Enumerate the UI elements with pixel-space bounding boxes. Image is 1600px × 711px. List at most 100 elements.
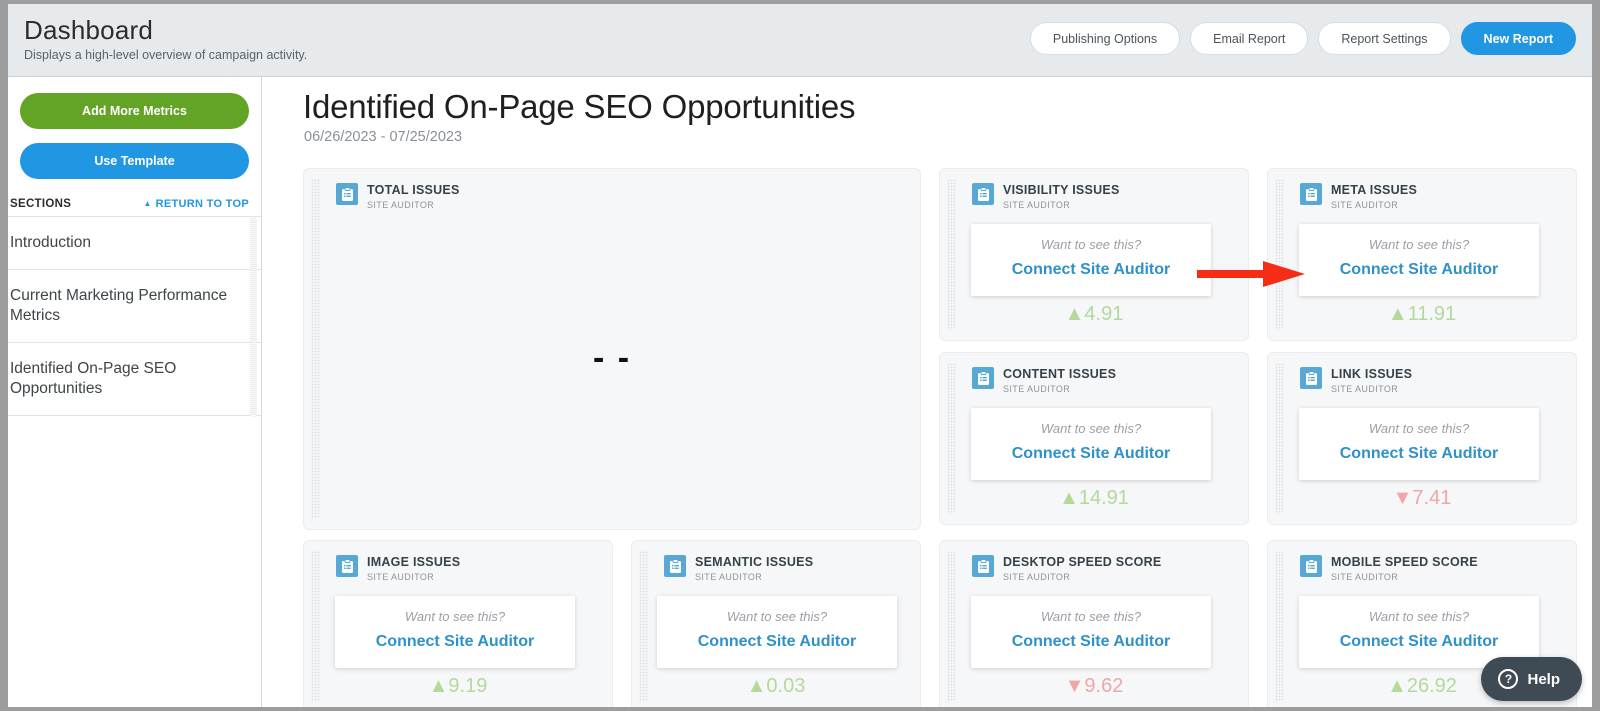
connect-site-auditor-link[interactable]: Connect Site Auditor bbox=[981, 443, 1201, 465]
connect-site-auditor-overlay: Want to see this? Connect Site Auditor bbox=[335, 596, 575, 668]
connect-prompt: Want to see this? bbox=[981, 237, 1201, 253]
page-date-range: 06/26/2023 - 07/25/2023 bbox=[304, 129, 462, 145]
connect-site-auditor-overlay: Want to see this? Connect Site Auditor bbox=[971, 596, 1211, 668]
card-title: SEMANTIC ISSUES bbox=[695, 555, 813, 569]
publishing-options-button[interactable]: Publishing Options bbox=[1030, 22, 1180, 55]
metric-card-link-issues[interactable]: LINK ISSUES SITE AUDITOR ▼7.41 Want to s… bbox=[1267, 352, 1577, 525]
triangle-down-icon: ▼ bbox=[1393, 487, 1413, 509]
connect-site-auditor-overlay: Want to see this? Connect Site Auditor bbox=[971, 408, 1211, 480]
delta-value: ▲4.91 bbox=[940, 303, 1248, 325]
return-to-top-label: RETURN TO TOP bbox=[156, 198, 249, 210]
connect-prompt: Want to see this? bbox=[1309, 237, 1529, 253]
card-header: SEMANTIC ISSUES SITE AUDITOR bbox=[664, 555, 813, 582]
clipboard-icon bbox=[1300, 555, 1322, 577]
connect-site-auditor-link[interactable]: Connect Site Auditor bbox=[1309, 631, 1529, 653]
connect-prompt: Want to see this? bbox=[1309, 421, 1529, 437]
triangle-up-icon: ▲ bbox=[747, 675, 767, 697]
add-more-metrics-button[interactable]: Add More Metrics bbox=[20, 93, 249, 129]
card-source: SITE AUDITOR bbox=[1003, 572, 1162, 582]
metric-card-visibility-issues[interactable]: VISIBILITY ISSUES SITE AUDITOR ▲4.91 Wan… bbox=[939, 168, 1249, 341]
connect-site-auditor-link[interactable]: Connect Site Auditor bbox=[981, 631, 1201, 653]
delta-number: 7.41 bbox=[1412, 487, 1451, 509]
main-content: Identified On-Page SEO Opportunities 06/… bbox=[262, 77, 1592, 707]
card-source: SITE AUDITOR bbox=[1003, 200, 1120, 210]
card-source: SITE AUDITOR bbox=[1331, 572, 1478, 582]
connect-prompt: Want to see this? bbox=[1309, 609, 1529, 625]
sections-header: SECTIONS ▲ RETURN TO TOP bbox=[8, 198, 261, 216]
connect-prompt: Want to see this? bbox=[981, 609, 1201, 625]
question-circle-icon: ? bbox=[1498, 669, 1518, 689]
card-title-block: CONTENT ISSUES SITE AUDITOR bbox=[1003, 367, 1116, 394]
delta-value: ▲9.19 bbox=[304, 675, 612, 697]
connect-site-auditor-link[interactable]: Connect Site Auditor bbox=[1309, 259, 1529, 281]
return-to-top-link[interactable]: ▲ RETURN TO TOP bbox=[143, 198, 249, 210]
clipboard-icon bbox=[1300, 367, 1322, 389]
delta-number: 11.91 bbox=[1408, 303, 1457, 325]
connect-site-auditor-link[interactable]: Connect Site Auditor bbox=[345, 631, 565, 653]
app-subtitle: Displays a high-level overview of campai… bbox=[24, 47, 307, 63]
sidebar-scrollbar[interactable] bbox=[250, 217, 257, 417]
card-header: VISIBILITY ISSUES SITE AUDITOR bbox=[972, 183, 1120, 210]
connect-site-auditor-link[interactable]: Connect Site Auditor bbox=[981, 259, 1201, 281]
sidebar-item-current-marketing-performance-metrics[interactable]: Current Marketing Performance Metrics bbox=[8, 270, 261, 343]
card-title-block: SEMANTIC ISSUES SITE AUDITOR bbox=[695, 555, 813, 582]
sidebar-item-identified-on-page-seo-opportunities[interactable]: Identified On-Page SEO Opportunities bbox=[8, 343, 261, 416]
metric-card-total-issues[interactable]: TOTAL ISSUES SITE AUDITOR - - bbox=[303, 168, 921, 530]
card-header: DESKTOP SPEED SCORE SITE AUDITOR bbox=[972, 555, 1162, 582]
card-source: SITE AUDITOR bbox=[1003, 384, 1116, 394]
connect-prompt: Want to see this? bbox=[345, 609, 565, 625]
metric-card-image-issues[interactable]: IMAGE ISSUES SITE AUDITOR ▲9.19 Want to … bbox=[303, 540, 613, 707]
card-source: SITE AUDITOR bbox=[1331, 384, 1412, 394]
triangle-up-icon: ▲ bbox=[1059, 487, 1079, 509]
clipboard-icon bbox=[972, 555, 994, 577]
help-widget-label: Help bbox=[1527, 671, 1560, 688]
triangle-up-icon: ▲ bbox=[1387, 675, 1407, 697]
metric-card-meta-issues[interactable]: META ISSUES SITE AUDITOR ▲11.91 Want to … bbox=[1267, 168, 1577, 341]
clipboard-icon bbox=[1300, 183, 1322, 205]
use-template-button[interactable]: Use Template bbox=[20, 143, 249, 179]
delta-number: 26.92 bbox=[1407, 675, 1457, 697]
delta-value: ▲14.91 bbox=[940, 487, 1248, 509]
connect-site-auditor-overlay: Want to see this? Connect Site Auditor bbox=[657, 596, 897, 668]
connect-prompt: Want to see this? bbox=[981, 421, 1201, 437]
card-source: SITE AUDITOR bbox=[367, 200, 460, 210]
sidebar: Add More Metrics Use Template SECTIONS ▲… bbox=[8, 77, 262, 707]
clipboard-icon bbox=[336, 555, 358, 577]
header-actions: Publishing Options Email Report Report S… bbox=[1030, 22, 1576, 55]
app-window: Dashboard Displays a high-level overview… bbox=[8, 4, 1592, 707]
card-title-block: IMAGE ISSUES SITE AUDITOR bbox=[367, 555, 460, 582]
connect-site-auditor-link[interactable]: Connect Site Auditor bbox=[667, 631, 887, 653]
clipboard-icon bbox=[972, 367, 994, 389]
help-widget-button[interactable]: ? Help bbox=[1481, 657, 1582, 701]
delta-value: ▼9.62 bbox=[940, 675, 1248, 697]
section-list: Introduction Current Marketing Performan… bbox=[8, 216, 261, 416]
page-title: Identified On-Page SEO Opportunities bbox=[303, 88, 855, 126]
card-title: DESKTOP SPEED SCORE bbox=[1003, 555, 1162, 569]
sidebar-item-introduction[interactable]: Introduction bbox=[8, 217, 261, 270]
delta-number: 4.91 bbox=[1084, 303, 1123, 325]
triangle-up-icon: ▲ bbox=[143, 200, 151, 208]
card-title-block: META ISSUES SITE AUDITOR bbox=[1331, 183, 1417, 210]
card-title: MOBILE SPEED SCORE bbox=[1331, 555, 1478, 569]
card-title-block: LINK ISSUES SITE AUDITOR bbox=[1331, 367, 1412, 394]
new-report-button[interactable]: New Report bbox=[1461, 22, 1576, 55]
connect-site-auditor-link[interactable]: Connect Site Auditor bbox=[1309, 443, 1529, 465]
card-header: IMAGE ISSUES SITE AUDITOR bbox=[336, 555, 460, 582]
metric-card-content-issues[interactable]: CONTENT ISSUES SITE AUDITOR ▲14.91 Want … bbox=[939, 352, 1249, 525]
clipboard-icon bbox=[972, 183, 994, 205]
metric-card-semantic-issues[interactable]: SEMANTIC ISSUES SITE AUDITOR ▲0.03 Want … bbox=[631, 540, 921, 707]
card-header: MOBILE SPEED SCORE SITE AUDITOR bbox=[1300, 555, 1478, 582]
card-title-block: DESKTOP SPEED SCORE SITE AUDITOR bbox=[1003, 555, 1162, 582]
card-title: LINK ISSUES bbox=[1331, 367, 1412, 381]
email-report-button[interactable]: Email Report bbox=[1190, 22, 1308, 55]
metric-card-desktop-speed-score[interactable]: DESKTOP SPEED SCORE SITE AUDITOR ▼9.62 W… bbox=[939, 540, 1249, 707]
app-title: Dashboard bbox=[24, 14, 307, 46]
report-settings-button[interactable]: Report Settings bbox=[1318, 22, 1450, 55]
connect-site-auditor-overlay: Want to see this? Connect Site Auditor bbox=[1299, 224, 1539, 296]
top-header-bar: Dashboard Displays a high-level overview… bbox=[8, 4, 1592, 77]
triangle-up-icon: ▲ bbox=[429, 675, 449, 697]
delta-number: 9.62 bbox=[1084, 675, 1123, 697]
triangle-up-icon: ▲ bbox=[1388, 303, 1408, 325]
delta-value: ▼7.41 bbox=[1268, 487, 1576, 509]
delta-number: 14.91 bbox=[1079, 487, 1129, 509]
